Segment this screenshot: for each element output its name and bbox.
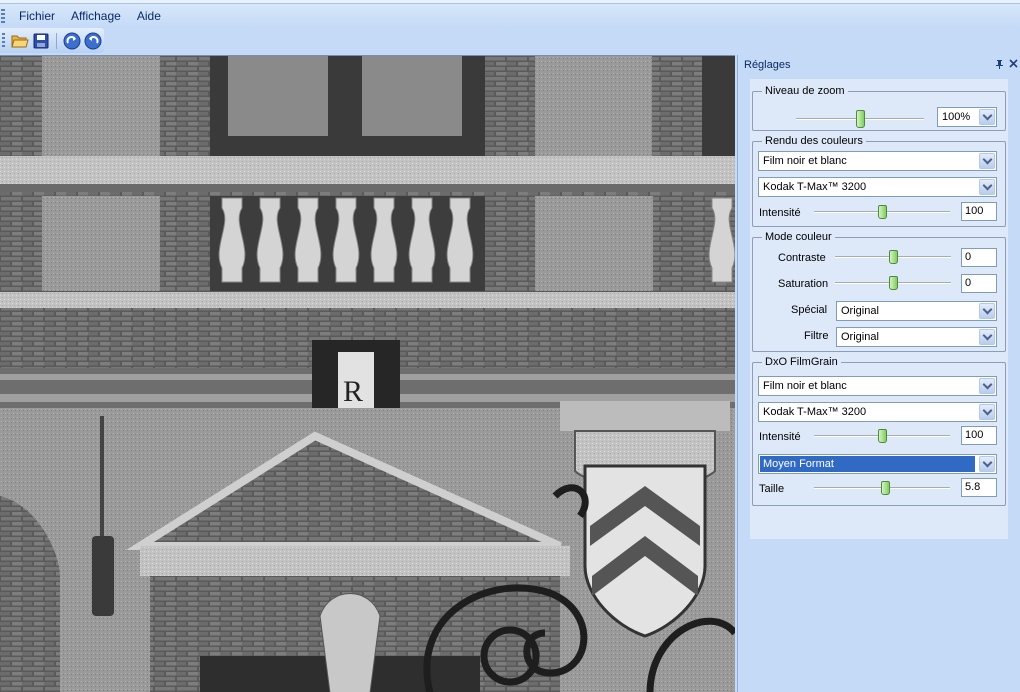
chevron-down-icon[interactable]	[979, 303, 995, 319]
taille-slider[interactable]	[814, 481, 950, 495]
filmgrain-legend: DxO FilmGrain	[765, 356, 838, 368]
toolbar-separator	[55, 32, 57, 49]
grain-film-select[interactable]: Kodak T-Max™ 3200	[758, 402, 997, 422]
mode-legend: Mode couleur	[765, 231, 832, 243]
grain-format-value: Moyen Format	[760, 456, 975, 472]
close-button[interactable]	[1006, 59, 1020, 71]
panel-header: Réglages	[738, 55, 1020, 75]
filtre-label: Filtre	[804, 330, 829, 342]
special-label: Spécial	[791, 304, 828, 316]
rendu-type-select[interactable]: Film noir et blanc	[758, 151, 997, 171]
panel-body: Niveau de zoom 100% Rendu des couleurs F…	[750, 79, 1008, 539]
menu-aide[interactable]: Aide	[129, 7, 169, 25]
chevron-down-icon[interactable]	[979, 153, 995, 169]
photo-preview[interactable]: R	[0, 55, 735, 692]
chevron-down-icon[interactable]	[979, 404, 995, 420]
zoom-slider-thumb[interactable]	[856, 110, 865, 128]
chevron-down-icon[interactable]	[979, 456, 995, 472]
chevron-down-icon[interactable]	[979, 109, 995, 125]
chevron-down-icon[interactable]	[979, 378, 995, 394]
zoom-select-value: 100%	[942, 111, 971, 123]
rendu-intensite-input[interactable]: 100	[961, 202, 997, 221]
rendu-intensite-slider[interactable]	[814, 205, 950, 219]
saturation-input[interactable]: 0	[961, 274, 997, 293]
slider-thumb[interactable]	[878, 429, 887, 443]
building-photo: R	[0, 56, 735, 692]
grain-type-select[interactable]: Film noir et blanc	[758, 376, 997, 396]
rendu-film-select[interactable]: Kodak T-Max™ 3200	[758, 177, 997, 197]
save-icon	[33, 33, 49, 48]
open-folder-icon	[11, 35, 29, 47]
rendu-type-value: Film noir et blanc	[763, 155, 847, 167]
slider-thumb[interactable]	[889, 276, 898, 290]
slider-thumb[interactable]	[881, 481, 890, 495]
save-button[interactable]	[30, 30, 52, 52]
pin-icon	[995, 59, 1003, 69]
settings-panel: Réglages Niveau de zoom 100% Rendu des c…	[737, 55, 1020, 692]
saturation-slider[interactable]	[835, 276, 951, 290]
grain-type-value: Film noir et blanc	[763, 380, 847, 392]
rendu-intensite-label: Intensité	[759, 207, 801, 219]
zoom-slider[interactable]	[796, 110, 924, 128]
slider-thumb[interactable]	[878, 205, 887, 219]
menu-grip[interactable]	[1, 9, 5, 23]
contraste-slider[interactable]	[835, 250, 951, 264]
redo-button[interactable]	[61, 30, 83, 52]
slider-thumb[interactable]	[889, 250, 898, 264]
panel-title: Réglages	[744, 59, 791, 71]
grain-intensite-input[interactable]: 100	[961, 426, 997, 445]
grain-format-select[interactable]: Moyen Format	[758, 454, 997, 474]
grain-intensite-label: Intensité	[759, 431, 801, 443]
filtre-select[interactable]: Original	[836, 327, 997, 347]
menu-affichage[interactable]: Affichage	[63, 7, 129, 25]
undo-icon	[84, 32, 102, 49]
toolbar	[0, 28, 104, 53]
toolbar-grip[interactable]	[2, 32, 5, 49]
pin-button[interactable]	[992, 59, 1006, 72]
chevron-down-icon[interactable]	[979, 329, 995, 345]
close-icon	[1008, 59, 1018, 68]
zoom-select[interactable]: 100%	[937, 107, 997, 127]
undo-button[interactable]	[82, 30, 104, 52]
special-select[interactable]: Original	[836, 301, 997, 321]
zoom-legend: Niveau de zoom	[765, 85, 845, 97]
taille-input[interactable]: 5.8	[961, 478, 997, 497]
svg-text:R: R	[343, 375, 363, 408]
taille-label: Taille	[759, 483, 785, 495]
chevron-down-icon[interactable]	[979, 179, 995, 195]
rendu-film-value: Kodak T-Max™ 3200	[763, 181, 867, 193]
rendu-legend: Rendu des couleurs	[765, 135, 863, 147]
saturation-label: Saturation	[778, 278, 829, 290]
menu-fichier[interactable]: Fichier	[11, 7, 63, 25]
grain-intensite-slider[interactable]	[814, 429, 950, 443]
grain-film-value: Kodak T-Max™ 3200	[763, 406, 867, 418]
filtre-select-value: Original	[841, 331, 879, 343]
contraste-label: Contraste	[778, 252, 826, 264]
open-button[interactable]	[9, 30, 31, 52]
contraste-input[interactable]: 0	[961, 248, 997, 267]
special-select-value: Original	[841, 305, 879, 317]
menu-bar: Fichier Affichage Aide	[0, 4, 1020, 28]
redo-icon	[63, 32, 81, 49]
